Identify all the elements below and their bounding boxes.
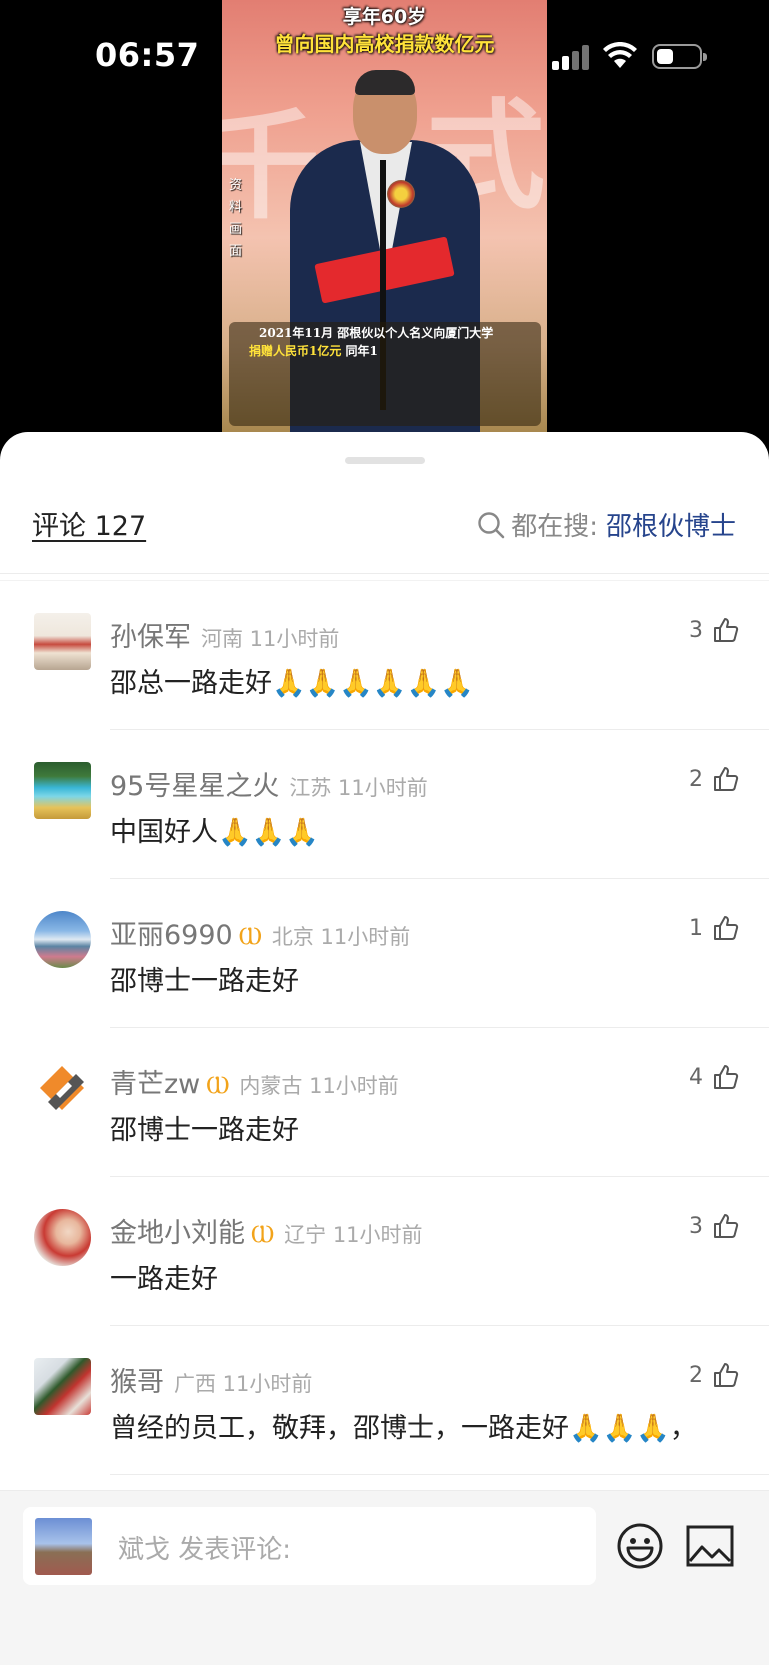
comment-list[interactable]: 孙保军 河南 11小时前 3 邵总一路走好🙏🙏🙏🙏🙏🙏 95号星星之火 江苏 11小… <box>0 581 769 1475</box>
like-count: 3 <box>689 617 703 643</box>
hot-search-label: 都在搜: <box>511 512 598 542</box>
avatar[interactable] <box>34 613 91 670</box>
comment-author[interactable]: 金地小刘能 Ⲱ 辽宁 11小时前 <box>110 1211 423 1250</box>
battery-icon <box>652 44 707 69</box>
video-caption-line2: 捐赠人民币1亿元 同年1 <box>249 344 378 358</box>
comment-author[interactable]: 95号星星之火 江苏 11小时前 <box>110 764 428 803</box>
comment-text: 邵博士一路走好 <box>110 966 299 997</box>
cellular-signal-icon <box>552 44 590 70</box>
image-icon[interactable] <box>686 1525 734 1567</box>
comment-item[interactable]: 亚丽6990 Ⲱ 北京 11小时前 1 邵博士一路走好 <box>0 879 769 1028</box>
divider <box>110 1474 769 1475</box>
like-button[interactable]: 1 <box>689 915 739 941</box>
comment-meta: 广西 11小时前 <box>174 1372 313 1396</box>
comment-text: 曾经的员工，敬拜，邵博士，一路走好🙏🙏🙏， <box>110 1413 697 1444</box>
thumbs-up-icon <box>714 1363 739 1387</box>
vip-badge-icon: Ⲱ <box>238 922 262 950</box>
comment-text: 中国好人🙏🙏🙏 <box>110 817 319 848</box>
comment-count-tab[interactable]: 评论 127 <box>32 504 146 543</box>
thumbs-up-icon <box>714 1065 739 1089</box>
comment-item[interactable]: 95号星星之火 江苏 11小时前 2 中国好人🙏🙏🙏 <box>0 730 769 879</box>
comment-author[interactable]: 亚丽6990 Ⲱ 北京 11小时前 <box>110 913 410 952</box>
like-button[interactable]: 4 <box>689 1064 739 1090</box>
thumbs-up-icon <box>714 618 739 642</box>
status-time: 06:57 <box>95 36 200 74</box>
sheet-drag-handle[interactable] <box>345 457 425 464</box>
like-button[interactable]: 3 <box>689 1213 739 1239</box>
hot-search-link[interactable]: 都在搜: 邵根伙博士 <box>477 506 736 543</box>
comment-meta: 河南 11小时前 <box>201 627 340 651</box>
orange-logo-icon <box>40 1066 84 1110</box>
avatar[interactable] <box>34 1358 91 1415</box>
wifi-icon <box>603 42 637 68</box>
thumbs-up-icon <box>714 767 739 791</box>
comment-author[interactable]: 青芒zw Ⲱ 内蒙古 11小时前 <box>110 1062 399 1101</box>
comment-item[interactable]: 孙保军 河南 11小时前 3 邵总一路走好🙏🙏🙏🙏🙏🙏 <box>0 581 769 730</box>
like-count: 3 <box>689 1213 703 1239</box>
comment-meta: 北京 11小时前 <box>271 925 411 949</box>
like-button[interactable]: 2 <box>689 1362 739 1388</box>
comment-meta: 辽宁 11小时前 <box>284 1223 423 1247</box>
corsage <box>387 180 415 208</box>
like-count: 1 <box>689 915 703 941</box>
comment-text: 一路走好 <box>110 1264 218 1295</box>
like-button[interactable]: 2 <box>689 766 739 792</box>
my-avatar <box>35 1518 92 1575</box>
vip-badge-icon: Ⲱ <box>206 1071 230 1099</box>
thumbs-up-icon <box>714 916 739 940</box>
comment-composer-bar: 斌戈 发表评论: <box>0 1490 769 1665</box>
like-count: 4 <box>689 1064 703 1090</box>
hot-search-term[interactable]: 邵根伙博士 <box>606 506 736 543</box>
divider <box>0 573 769 574</box>
comment-text: 邵总一路走好🙏🙏🙏🙏🙏🙏 <box>110 668 474 699</box>
search-icon <box>478 511 505 538</box>
comment-sheet: 评论 127 都在搜: 邵根伙博士 孙保军 河南 11小时前 3 邵总一路走好🙏🙏… <box>0 432 769 1665</box>
avatar[interactable] <box>34 911 91 968</box>
video-caption-line1: 2021年11月 邵根伙以个人名义向厦门大学 <box>259 326 494 340</box>
comment-input[interactable]: 斌戈 发表评论: <box>23 1507 596 1585</box>
thumbs-up-icon <box>714 1214 739 1238</box>
vip-badge-icon: Ⲱ <box>251 1220 275 1248</box>
emoji-icon[interactable] <box>615 1521 665 1571</box>
avatar[interactable] <box>34 762 91 819</box>
screen: 千 式 享年60岁 曾向国内高校捐款数亿元 资料画面 2021年11月 邵根伙以… <box>0 0 769 1665</box>
like-count: 2 <box>689 1362 703 1388</box>
like-button[interactable]: 3 <box>689 617 739 643</box>
comment-meta: 江苏 11小时前 <box>289 776 428 800</box>
comment-author[interactable]: 猴哥 广西 11小时前 <box>110 1360 312 1399</box>
like-count: 2 <box>689 766 703 792</box>
comment-item[interactable]: 金地小刘能 Ⲱ 辽宁 11小时前 3 一路走好 <box>0 1177 769 1326</box>
avatar[interactable] <box>34 1209 91 1266</box>
comment-author[interactable]: 孙保军 河南 11小时前 <box>110 615 339 654</box>
comment-item[interactable]: 猴哥 广西 11小时前 2 曾经的员工，敬拜，邵博士，一路走好🙏🙏🙏， <box>0 1326 769 1475</box>
comment-text: 邵博士一路走好 <box>110 1115 299 1146</box>
comments-header: 评论 127 都在搜: 邵根伙博士 <box>0 492 769 562</box>
comment-meta: 内蒙古 11小时前 <box>239 1074 399 1098</box>
avatar[interactable] <box>34 1060 91 1117</box>
status-bar: 06:57 <box>0 0 769 110</box>
comment-item[interactable]: 青芒zw Ⲱ 内蒙古 11小时前 4 邵博士一路走好 <box>0 1028 769 1177</box>
video-side-label: 资料画面 <box>229 178 243 259</box>
comment-input-placeholder: 斌戈 发表评论: <box>118 1535 292 1565</box>
